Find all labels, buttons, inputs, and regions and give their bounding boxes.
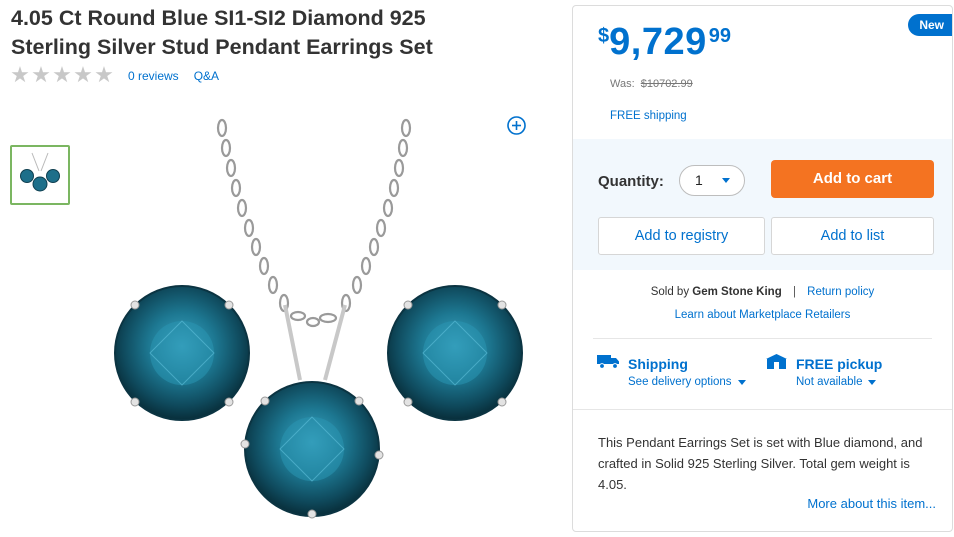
return-policy-link[interactable]: Return policy xyxy=(807,286,874,298)
quantity-label: Quantity: xyxy=(598,173,664,190)
store-icon xyxy=(765,354,788,374)
add-to-cart-button[interactable]: Add to cart xyxy=(771,160,934,198)
was-label: Was: xyxy=(610,78,635,90)
star-icon: ★ xyxy=(73,63,93,88)
chevron-down-icon xyxy=(737,379,746,385)
chevron-down-icon xyxy=(868,379,877,385)
free-shipping-note: FREE shipping xyxy=(610,110,687,122)
delivery-options-link[interactable]: See delivery options xyxy=(628,376,746,388)
product-thumbnail[interactable] xyxy=(10,145,70,205)
was-amount: $10702.99 xyxy=(640,78,693,90)
product-short-description: This Pendant Earrings Set is set with Bl… xyxy=(598,435,923,492)
condition-badge: New xyxy=(908,14,952,36)
separator: | xyxy=(792,286,796,298)
qa-link[interactable]: Q&A xyxy=(194,69,219,83)
thumbnail-image xyxy=(20,152,60,192)
cart-actions: Quantity: 1 Add to cart Add to registry … xyxy=(573,139,952,270)
more-about-item-link[interactable]: More about this item... xyxy=(807,496,936,511)
divider xyxy=(593,338,932,339)
buy-box: New $ 9,729 99 Was: $10702.99 FREE shipp… xyxy=(572,5,953,532)
pickup-label: FREE pickup xyxy=(796,356,883,372)
was-price: Was: $10702.99 xyxy=(610,78,693,90)
pickup-option[interactable]: FREE pickup Not available xyxy=(765,354,882,388)
seller-info: Sold by Gem Stone King | Return policy xyxy=(573,286,952,298)
marketplace-retailers-link[interactable]: Learn about Marketplace Retailers xyxy=(573,309,952,321)
quantity-select[interactable]: 1 xyxy=(679,165,745,196)
star-rating[interactable]: ★ ★ ★ ★ ★ xyxy=(10,63,114,88)
delivery-options-text: See delivery options xyxy=(628,376,732,388)
star-icon: ★ xyxy=(10,63,30,88)
price-dollars: 9,729 xyxy=(609,21,707,63)
price: $ 9,729 99 xyxy=(598,22,731,62)
pickup-availability-link[interactable]: Not available xyxy=(796,376,882,388)
star-icon: ★ xyxy=(94,63,114,88)
seller-name: Gem Stone King xyxy=(692,286,782,298)
divider xyxy=(573,409,952,410)
star-icon: ★ xyxy=(52,63,72,88)
pickup-availability-text: Not available xyxy=(796,376,863,388)
star-icon: ★ xyxy=(31,63,51,88)
reviews-link[interactable]: 0 reviews xyxy=(128,69,179,83)
price-currency: $ xyxy=(598,25,610,47)
product-title: 4.05 Ct Round Blue SI1-SI2 Diamond 925 S… xyxy=(11,6,433,59)
truck-icon xyxy=(597,354,620,374)
sold-by-label: Sold by xyxy=(650,286,690,298)
shipping-option[interactable]: Shipping See delivery options xyxy=(597,354,746,388)
product-main-image[interactable] xyxy=(100,110,540,530)
chevron-down-icon xyxy=(722,178,730,183)
price-cents: 99 xyxy=(708,25,731,47)
quantity-value: 1 xyxy=(695,172,703,188)
add-to-list-button[interactable]: Add to list xyxy=(771,217,934,255)
add-to-registry-button[interactable]: Add to registry xyxy=(598,217,765,255)
shipping-label: Shipping xyxy=(628,356,688,372)
rating-row: ★ ★ ★ ★ ★ 0 reviews Q&A xyxy=(10,63,219,88)
